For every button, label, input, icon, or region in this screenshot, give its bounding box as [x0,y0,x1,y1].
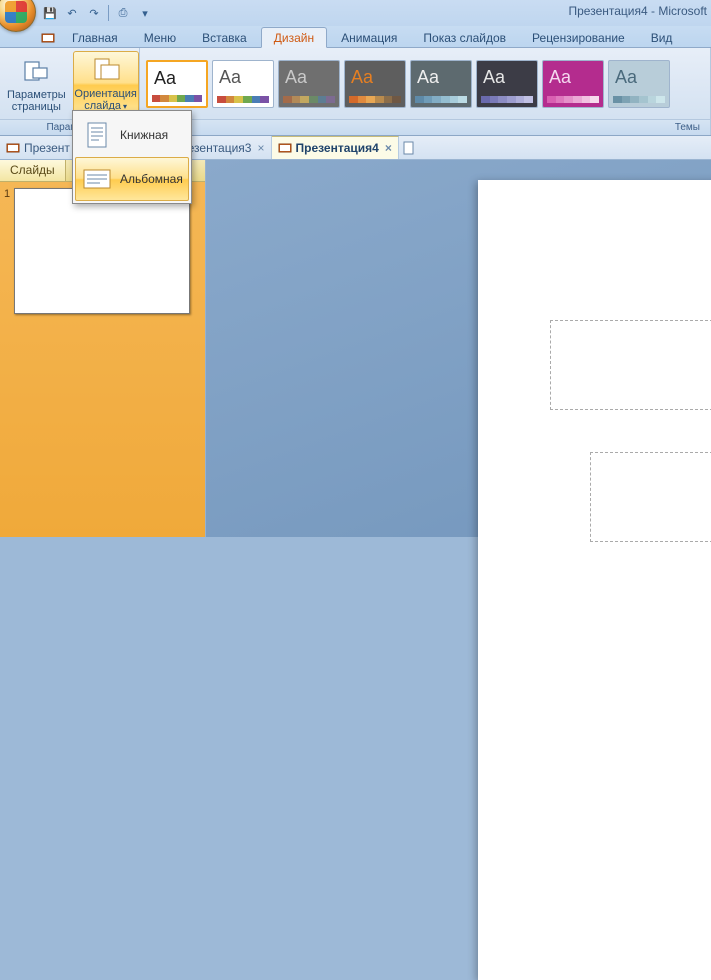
theme-accent-strip [481,96,533,103]
theme-accent-strip [152,95,202,102]
theme-accent-strip [349,96,401,103]
theme-swatch[interactable]: Aa [608,60,670,108]
tab-view[interactable]: Вид [639,28,685,47]
qat-dropdown-icon[interactable]: ▾ [137,5,153,21]
slides-tab[interactable]: Слайды [0,160,66,181]
theme-accent-strip [547,96,599,103]
theme-preview-text: Aa [615,67,637,88]
workspace: Слайды 1 Заго Под [0,160,711,537]
group-label-themes: Темы [140,119,710,135]
tab-design[interactable]: Дизайн [261,27,327,48]
title-placeholder[interactable]: Заго [550,320,711,410]
doc-tab-1-label: Презент [24,141,70,155]
slides-panel: Слайды 1 [0,160,206,537]
presentation-icon [278,141,292,155]
slide-canvas[interactable]: Заго Под [478,180,711,980]
theme-accent-strip [217,96,269,103]
theme-swatch[interactable]: Aa [476,60,538,108]
page-setup-label-1: Параметры [7,89,66,101]
theme-accent-strip [283,96,335,103]
ribbon-tabs: Главная Меню Вставка Дизайн Анимация Пок… [0,26,711,48]
orientation-label-1: Ориентация [74,88,136,100]
group-themes: Aa Aa Aa Aa Aa Aa Aa Aa Темы [140,48,711,135]
page-setup-button[interactable]: Параметры страницы [4,51,69,117]
doc-tab-1[interactable]: Презент [0,136,77,159]
window-title: Презентация4 - Microsoft [569,4,708,18]
orientation-portrait-item[interactable]: Книжная [75,113,189,157]
presentation-icon [6,141,20,155]
quick-access-toolbar: 💾 ↶ ↷ ⎙ ▾ [42,5,153,21]
save-icon[interactable]: 💾 [42,5,58,21]
page-setup-icon [20,55,52,87]
slide-stage: Заго Под [206,160,711,537]
theme-preview-text: Aa [219,67,241,88]
theme-swatch[interactable]: Aa [542,60,604,108]
orientation-dropdown: Книжная Альбомная [72,110,192,204]
new-document-button[interactable] [399,136,419,159]
orientation-icon [90,54,122,86]
theme-swatch[interactable]: Aa [410,60,472,108]
theme-preview-text: Aa [417,67,439,88]
tab-insert[interactable]: Вставка [190,28,259,47]
theme-preview-text: Aa [351,67,373,88]
theme-swatch[interactable]: Aa [146,60,208,108]
themes-gallery: Aa Aa Aa Aa Aa Aa Aa Aa [144,56,672,112]
orientation-landscape-item[interactable]: Альбомная [75,157,189,201]
tab-animation[interactable]: Анимация [329,28,409,47]
undo-icon[interactable]: ↶ [64,5,80,21]
landscape-icon [82,164,112,194]
orientation-landscape-label: Альбомная [120,172,183,186]
page-setup-label-2: страницы [12,101,61,113]
subtitle-placeholder[interactable]: Под [590,452,711,542]
theme-accent-strip [613,96,665,103]
new-document-icon [402,141,416,155]
slide-thumbnail[interactable] [14,188,190,314]
doc-tab-4[interactable]: Презентация4 × [272,136,399,159]
close-icon[interactable]: × [257,141,264,155]
slide-orientation-button[interactable]: Ориентация слайда▾ [73,51,139,117]
tab-home[interactable]: Главная [60,28,130,47]
theme-swatch[interactable]: Aa [212,60,274,108]
theme-preview-text: Aa [549,67,571,88]
theme-preview-text: Aa [154,68,176,89]
theme-swatch[interactable]: Aa [278,60,340,108]
doc-tab-4-label: Презентация4 [296,141,379,155]
tab-menu[interactable]: Меню [132,28,188,47]
tab-review[interactable]: Рецензирование [520,28,637,47]
orientation-portrait-label: Книжная [120,128,168,142]
theme-accent-strip [415,96,467,103]
portrait-icon [82,120,112,150]
system-tab[interactable] [38,29,58,47]
theme-preview-text: Aa [483,67,505,88]
title-bar: 💾 ↶ ↷ ⎙ ▾ Презентация4 - Microsoft [0,0,711,26]
thumbnails-area: 1 [0,182,205,537]
print-icon[interactable]: ⎙ [115,5,131,21]
redo-icon[interactable]: ↷ [86,5,102,21]
tab-slideshow[interactable]: Показ слайдов [411,28,518,47]
close-icon[interactable]: × [385,141,392,155]
separator [108,5,109,21]
theme-preview-text: Aa [285,67,307,88]
theme-swatch[interactable]: Aa [344,60,406,108]
slide-number: 1 [4,188,10,200]
